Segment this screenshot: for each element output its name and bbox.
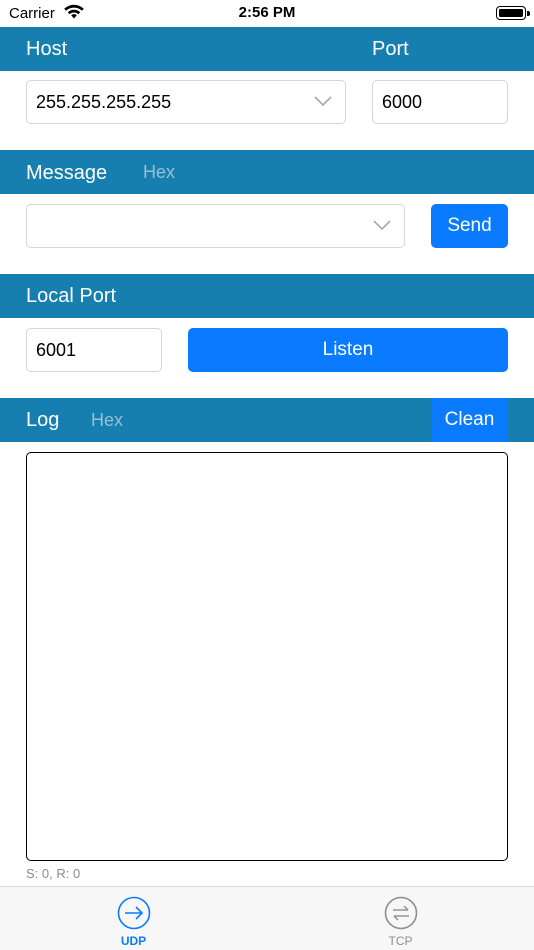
battery-icon	[496, 6, 530, 20]
log-label: Log	[26, 409, 60, 431]
host-port-header: Host Port	[0, 27, 534, 71]
message-dropdown[interactable]	[26, 204, 405, 248]
port-label: Port	[372, 38, 409, 60]
arrow-right-circle-icon[interactable]	[116, 895, 152, 936]
send-receive-counter: S: 0, R: 0	[26, 866, 81, 881]
message-hex-toggle[interactable]: Hex	[143, 162, 175, 183]
message-header: Message Hex	[0, 150, 534, 194]
log-textview[interactable]	[26, 452, 508, 861]
tab-udp-label: UDP	[120, 934, 147, 948]
local-port-input[interactable]: 6001	[26, 328, 162, 372]
tab-bar: UDP TCP	[0, 886, 534, 950]
listen-button[interactable]: Listen	[188, 328, 508, 372]
send-button[interactable]: Send	[431, 204, 508, 248]
log-hex-toggle[interactable]: Hex	[91, 410, 123, 431]
host-label: Host	[26, 38, 68, 60]
local-port-header: Local Port	[0, 274, 534, 318]
local-port-value: 6001	[36, 340, 77, 360]
chevron-down-icon[interactable]	[313, 91, 333, 116]
port-value: 6000	[382, 92, 423, 112]
clean-button[interactable]: Clean	[431, 398, 508, 442]
tab-tcp-label: TCP	[388, 934, 413, 948]
log-header: Log Hex Clean	[0, 398, 534, 442]
host-value: 255.255.255.255	[36, 92, 172, 112]
chevron-down-icon[interactable]	[372, 215, 392, 240]
port-input[interactable]: 6000	[372, 80, 508, 124]
status-bar: Carrier 2:56 PM	[0, 0, 534, 27]
tab-tcp[interactable]: TCP	[267, 887, 534, 950]
exchange-arrows-circle-icon[interactable]	[383, 895, 419, 936]
tab-udp[interactable]: UDP	[0, 887, 267, 950]
clock: 2:56 PM	[238, 4, 296, 21]
message-label: Message	[26, 162, 108, 184]
host-dropdown[interactable]: 255.255.255.255	[26, 80, 346, 124]
local-port-label: Local Port	[26, 285, 117, 307]
